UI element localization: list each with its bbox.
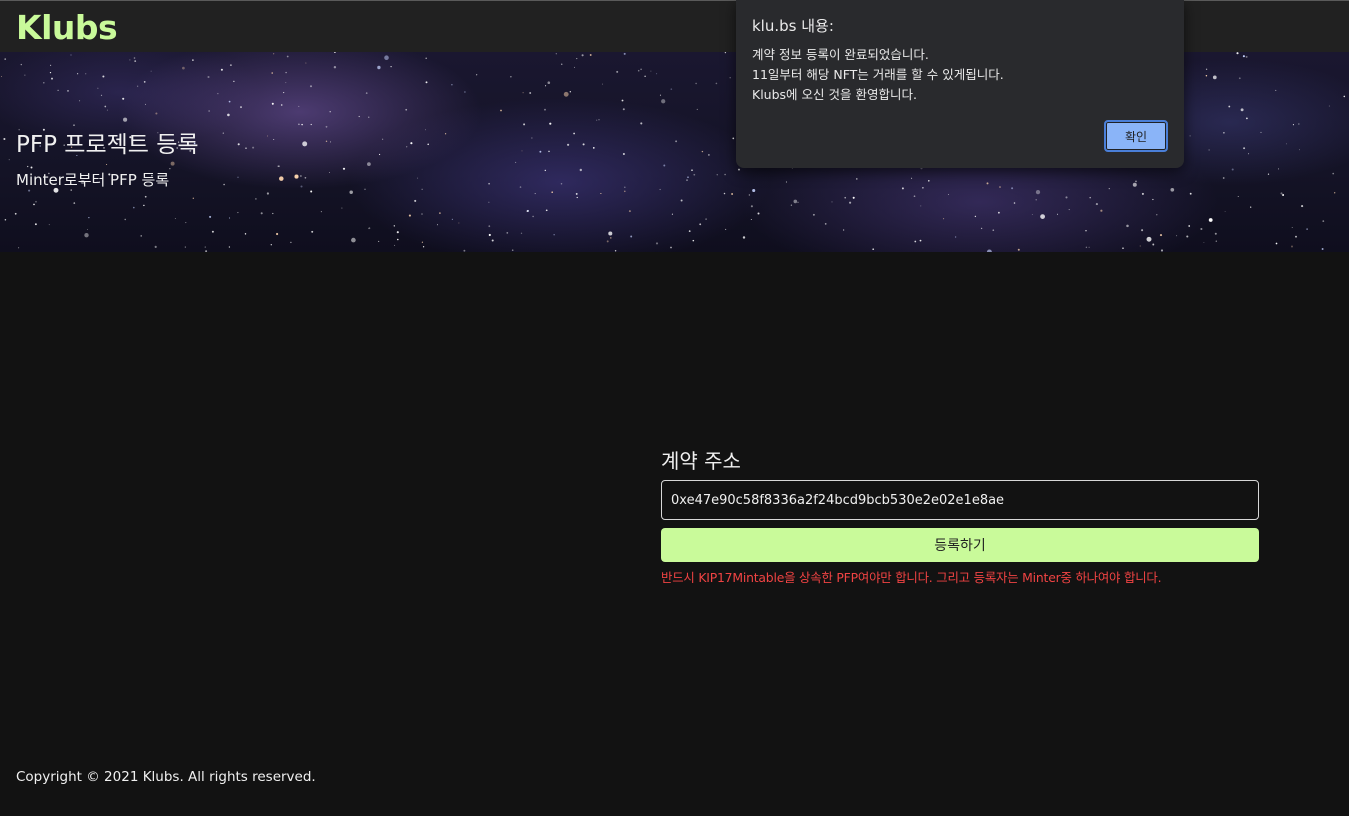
page-title: PFP 프로젝트 등록	[16, 132, 199, 158]
register-button[interactable]: 등록하기	[661, 528, 1259, 562]
page: Klubs PFP 프로젝트 등록 Minter로부터 PFP 등록 계약 주소…	[0, 0, 1349, 816]
contract-address-label: 계약 주소	[661, 449, 741, 473]
contract-address-input[interactable]	[661, 480, 1259, 520]
alert-message: 계약 정보 등록이 완료되었습니다. 11일부터 해당 NFT는 거래를 할 수…	[752, 45, 1004, 105]
alert-ok-button[interactable]: 확인	[1104, 120, 1168, 152]
page-subtitle: Minter로부터 PFP 등록	[16, 171, 170, 189]
warning-text: 반드시 KIP17Mintable을 상속한 PFP여야만 합니다. 그리고 등…	[661, 570, 1162, 585]
alert-dialog: klu.bs 내용: 계약 정보 등록이 완료되었습니다. 11일부터 해당 N…	[736, 0, 1184, 168]
alert-title: klu.bs 내용:	[752, 17, 834, 35]
alert-message-line: 계약 정보 등록이 완료되었습니다.	[752, 47, 929, 62]
brand-logo-link[interactable]: Klubs	[16, 9, 118, 47]
alert-message-line: Klubs에 오신 것을 환영합니다.	[752, 87, 917, 102]
alert-message-line: 11일부터 해당 NFT는 거래를 할 수 있게됩니다.	[752, 67, 1004, 82]
footer-copyright: Copyright © 2021 Klubs. All rights reser…	[16, 769, 316, 785]
